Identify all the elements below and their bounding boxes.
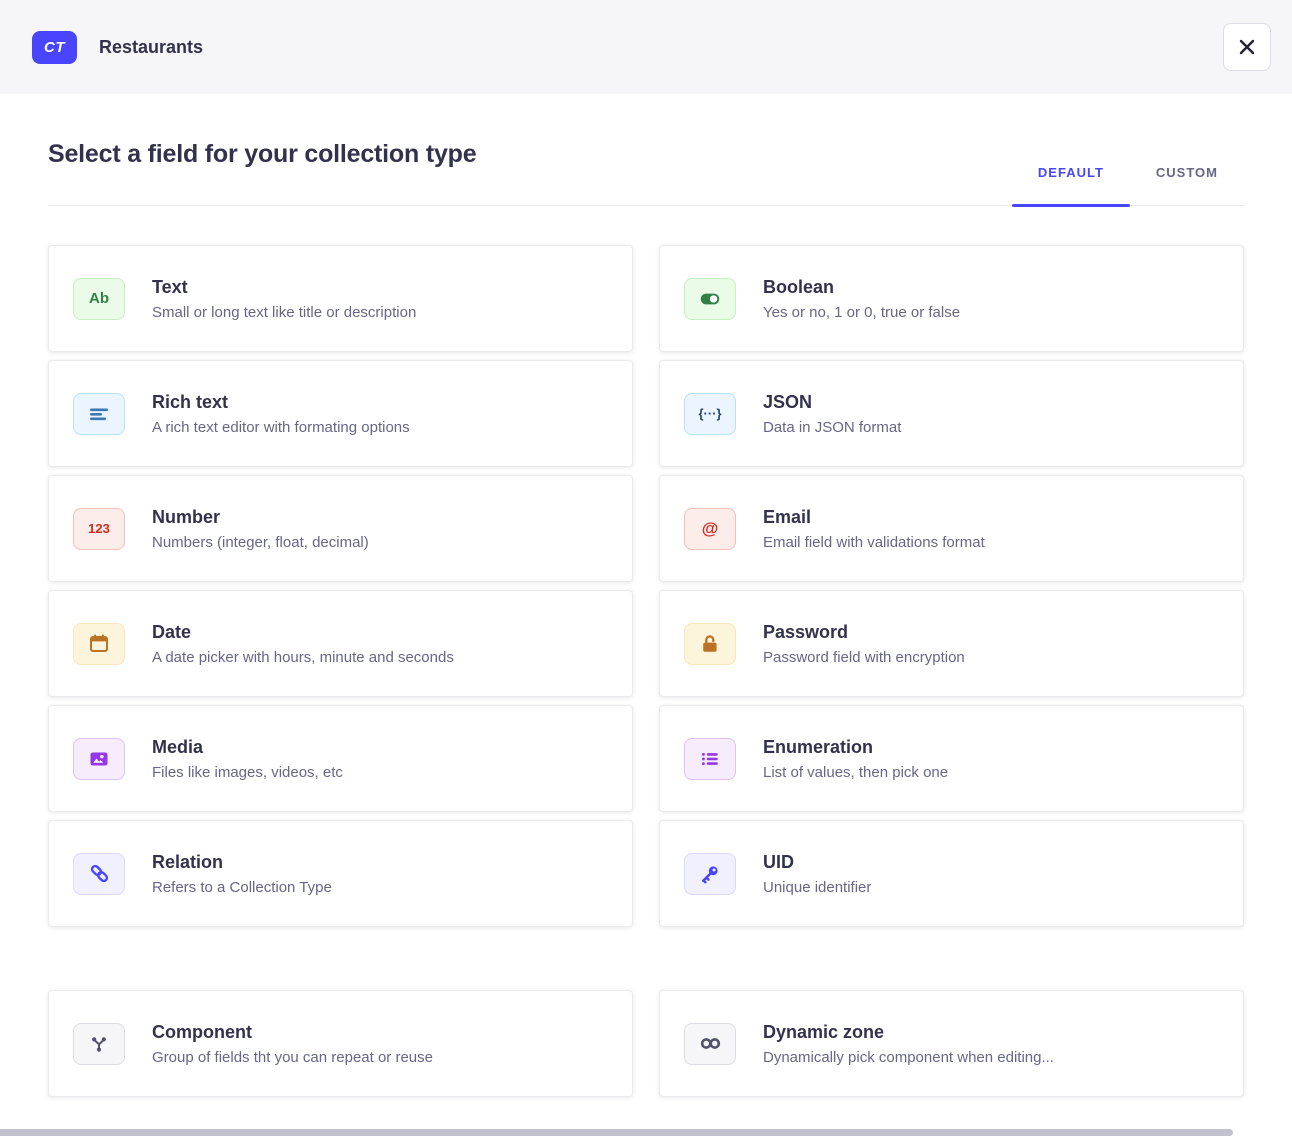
field-title-relation: Relation [152,852,332,873]
text-icon: Ab [73,278,125,320]
field-description-json: Data in JSON format [763,419,901,436]
field-card-text: Password Password field with encryption [763,622,965,666]
field-title-richtext: Rich text [152,392,410,413]
modal-content: Select a field for your collection type … [0,140,1292,1097]
field-description-email: Email field with validations format [763,534,985,551]
field-card-text: Rich text A rich text editor with formati… [152,392,410,436]
field-card-dynamiczone[interactable]: Dynamic zone Dynamically pick component w… [659,990,1244,1097]
field-title-date: Date [152,622,454,643]
close-button[interactable] [1223,23,1271,71]
advanced-fields-grid: Component Group of fields tht you can rep… [48,990,1244,1097]
close-icon [1238,38,1256,56]
field-card-text: Dynamic zone Dynamically pick component w… [763,1022,1054,1066]
field-card-text: JSON Data in JSON format [763,392,901,436]
field-card-media[interactable]: Media Files like images, videos, etc [48,705,633,812]
field-description-component: Group of fields tht you can repeat or re… [152,1049,433,1066]
field-card-text: Number Numbers (integer, float, decimal) [152,507,369,551]
field-title-enumeration: Enumeration [763,737,948,758]
field-description-richtext: A rich text editor with formating option… [152,419,410,436]
field-description-number: Numbers (integer, float, decimal) [152,534,369,551]
field-card-text: Enumeration List of values, then pick one [763,737,948,781]
field-description-enumeration: List of values, then pick one [763,764,948,781]
field-title-password: Password [763,622,965,643]
text-icon-glyph: Ab [89,291,109,306]
number-icon: 123 [73,508,125,550]
field-description-boolean: Yes or no, 1 or 0, true or false [763,304,960,321]
field-description-media: Files like images, videos, etc [152,764,343,781]
lock-icon [684,623,736,665]
title-row: Select a field for your collection type … [48,140,1244,206]
field-card-uid[interactable]: UID Unique identifier [659,820,1244,927]
json-icon: {···} [684,393,736,435]
picture-icon [73,738,125,780]
list-icon [684,738,736,780]
boolean-toggle-icon [684,278,736,320]
field-description-password: Password field with encryption [763,649,965,666]
field-description-text: Small or long text like title or descrip… [152,304,416,321]
page-title: Select a field for your collection type [48,140,476,169]
field-description-dynamiczone: Dynamically pick component when editing.… [763,1049,1054,1066]
field-title-dynamiczone: Dynamic zone [763,1022,1054,1043]
email-at-icon-glyph: @ [702,520,719,537]
field-title-component: Component [152,1022,433,1043]
field-title-email: Email [763,507,985,528]
tab-default[interactable]: DEFAULT [1012,140,1130,205]
field-title-media: Media [152,737,343,758]
field-tabs: DEFAULT CUSTOM [1012,140,1244,205]
chain-link-icon [73,853,125,895]
field-card-json[interactable]: {···} JSON Data in JSON format [659,360,1244,467]
nodes-icon [73,1023,125,1065]
field-card-component[interactable]: Component Group of fields tht you can rep… [48,990,633,1097]
modal-title: Restaurants [99,37,203,58]
field-card-text: Relation Refers to a Collection Type [152,852,332,896]
key-icon [684,853,736,895]
field-title-boolean: Boolean [763,277,960,298]
field-title-number: Number [152,507,369,528]
field-card-text: Boolean Yes or no, 1 or 0, true or false [763,277,960,321]
field-card-date[interactable]: Date A date picker with hours, minute and… [48,590,633,697]
content-type-badge-label: CT [44,39,65,56]
email-at-icon: @ [684,508,736,550]
rich-text-icon [73,393,125,435]
horizontal-scrollbar[interactable] [0,1129,1233,1136]
field-title-uid: UID [763,852,871,873]
field-card-password[interactable]: Password Password field with encryption [659,590,1244,697]
infinity-icon [684,1023,736,1065]
field-card-email[interactable]: @ Email Email field with validations forma… [659,475,1244,582]
field-title-text: Text [152,277,416,298]
field-card-text: Component Group of fields tht you can rep… [152,1022,433,1066]
json-icon-glyph: {···} [698,407,721,420]
field-card-text: Text Small or long text like title or des… [152,277,416,321]
field-card-text[interactable]: Ab Text Small or long text like title or d… [48,245,633,352]
field-card-richtext[interactable]: Rich text A rich text editor with formati… [48,360,633,467]
field-description-date: A date picker with hours, minute and sec… [152,649,454,666]
calendar-icon [73,623,125,665]
default-fields-grid: Ab Text Small or long text like title or d… [48,245,1244,927]
field-card-text: Media Files like images, videos, etc [152,737,343,781]
field-title-json: JSON [763,392,901,413]
modal-header: CT Restaurants [0,0,1292,94]
number-icon-glyph: 123 [88,522,110,535]
field-card-boolean[interactable]: Boolean Yes or no, 1 or 0, true or false [659,245,1244,352]
field-description-uid: Unique identifier [763,879,871,896]
field-card-text: Email Email field with validations format [763,507,985,551]
field-card-relation[interactable]: Relation Refers to a Collection Type [48,820,633,927]
field-card-number[interactable]: 123 Number Numbers (integer, float, decima… [48,475,633,582]
tab-custom[interactable]: CUSTOM [1130,140,1244,205]
field-card-text: UID Unique identifier [763,852,871,896]
content-type-badge: CT [32,31,77,64]
field-card-text: Date A date picker with hours, minute and… [152,622,454,666]
field-description-relation: Refers to a Collection Type [152,879,332,896]
field-card-enumeration[interactable]: Enumeration List of values, then pick one [659,705,1244,812]
